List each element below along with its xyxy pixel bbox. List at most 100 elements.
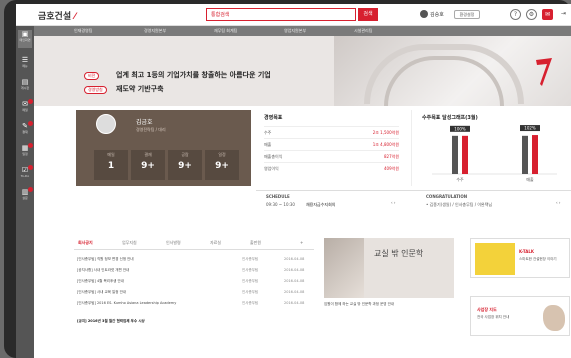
banner-title: 교실 밖 인문학 — [374, 249, 424, 258]
tab-publication[interactable]: 출판원 — [250, 240, 261, 246]
profile-role: 경영전략팀 / 대리 — [136, 127, 166, 132]
chart-bar — [452, 135, 458, 174]
card-title: K-TALK — [519, 249, 534, 254]
sidebar-item-board[interactable]: ▤ 게시판 — [18, 78, 32, 92]
list-item[interactable]: [인사총무팀] 2016 ES. Kumho Asiana Leadership… — [74, 298, 314, 308]
chart-category-label: 매출 — [526, 176, 534, 182]
settings-button[interactable]: 환경설정 — [454, 10, 480, 19]
kpi-row: 매출총이익 827억원 — [264, 150, 399, 160]
stat-schedule[interactable]: 일정 9+ — [205, 150, 239, 180]
tab-archive[interactable]: 자료실 — [210, 240, 221, 246]
profile-name: 김금호 — [136, 119, 153, 126]
stat-mail[interactable]: 메일 1 — [94, 150, 128, 180]
chart-data-label: 102% — [524, 126, 536, 131]
hero-banner: 비전 업계 최고 1등의 기업가치를 창출하는 아름다운 기업 경영방침 재도약… — [34, 36, 571, 106]
gear-icon[interactable]: ⚙ — [526, 9, 537, 20]
vision-text: 업계 최고 1등의 기업가치를 창출하는 아름다운 기업 — [116, 71, 271, 79]
tab-item[interactable]: 인재경영팀 — [74, 28, 92, 34]
unread-badge — [28, 165, 33, 170]
notification-icon[interactable]: ✉ — [542, 9, 553, 20]
banner-image — [324, 238, 364, 298]
tab-item[interactable]: 경영지원본부 — [144, 28, 166, 34]
tab-notice[interactable]: 회사공지 — [78, 240, 93, 246]
sidebar-item-mail[interactable]: ✉ 메일 — [18, 99, 33, 114]
device-frame: 금호건설 ⁄ 통합검색 검색 김승호 환경설정 ? ⚙ ✉ ⇥ ▣ 메인화면 ☰ 메… — [4, 0, 571, 358]
stat-approval[interactable]: 결재 9+ — [131, 150, 165, 180]
avatar — [96, 114, 116, 134]
congrats-text[interactable]: • 김종기(생일) / 인사총무팀 / 이완택님 — [426, 202, 492, 208]
list-item[interactable]: [인사총무팀] 직원 정보 변경 신청 안내 인사총무팀 2016-04-08 — [74, 254, 314, 264]
menu-icon: ☰ — [21, 56, 29, 64]
sidebar-item-calendar[interactable]: ▦ 일정 — [18, 143, 33, 158]
unread-badge — [28, 143, 33, 148]
logo-text: 금호건설 — [38, 12, 72, 22]
schedule-time: 09:30 ~ 10:30 — [266, 202, 295, 207]
board-footnote[interactable]: [공지] 2016년 3월 월간 협력업체 우수 시상 — [74, 316, 314, 326]
vision-pill: 비전 — [84, 72, 100, 80]
chart-bar — [532, 135, 538, 174]
unread-badge — [28, 121, 33, 126]
sidebar-item-home[interactable]: ▣ 메인화면 — [18, 30, 32, 48]
ktalk-card[interactable]: K-TALK 스마트한 건설현장 이야기 — [470, 238, 570, 278]
tab-item[interactable]: 재무팀 회계팀 — [214, 28, 237, 34]
tab-item[interactable]: 영업지원본부 — [284, 28, 306, 34]
schedule-prev-icon[interactable]: ‹ › — [391, 200, 395, 205]
list-item[interactable]: [공지사항] 사내 인트라넷 개편 안내 인사총무팀 2016-04-08 — [74, 265, 314, 275]
board-tabs: 회사공지 업무지침 인사발령 자료실 출판원 + — [74, 238, 314, 250]
schedule-event[interactable]: 채용자금수지회의 — [306, 202, 335, 208]
sidebar-item-survey[interactable]: ▥ 설문 — [18, 187, 33, 202]
brand-arrow-icon — [536, 58, 552, 86]
chart-data-label: 100% — [454, 126, 466, 131]
schedule-heading: SCHEDULE — [266, 194, 290, 199]
card-subtitle: 전국 사업장 위치 안내 — [477, 315, 510, 319]
tab-strip: 인재경영팀 경영지원본부 재무팀 회계팀 영업지원본부 시설관리팀 — [34, 26, 571, 36]
chart-category-label: 수주 — [456, 176, 464, 182]
tab-guidelines[interactable]: 업무지침 — [122, 240, 137, 246]
tab-item[interactable]: 시설관리팀 — [354, 28, 372, 34]
korea-map-icon — [543, 305, 565, 331]
top-bar: 금호건설 ⁄ 통합검색 검색 김승호 환경설정 ? ⚙ ✉ ⇥ — [16, 4, 571, 26]
list-item[interactable]: [인사총무팀] 사내 교육 일정 안내 인사총무팀 2016-04-08 — [74, 287, 314, 297]
tab-appointments[interactable]: 인사발령 — [166, 240, 181, 246]
chart-bar — [522, 135, 528, 174]
congrats-heading: CONGRATULATION — [426, 194, 468, 199]
lower-section: 회사공지 업무지침 인사발령 자료실 출판원 + [인사총무팀] 직원 정보 변… — [34, 216, 571, 358]
congrats-nav-icon[interactable]: ‹ › — [556, 200, 560, 205]
logo[interactable]: 금호건설 ⁄ — [38, 9, 76, 22]
management-goals: 경영목표 수주 2조 1,500억원 매출 1조 4,800억원 매출총이익 827억… — [256, 110, 406, 186]
question-icon[interactable]: ? — [510, 9, 521, 20]
card-subtitle: 스마트한 건설현장 이야기 — [519, 257, 557, 261]
search-scope-select[interactable]: 통합검색 — [211, 11, 229, 18]
more-icon[interactable]: + — [300, 240, 303, 245]
schedule-bar: SCHEDULE 09:30 ~ 10:30 채용자금수지회의 ‹ › CONG… — [256, 190, 571, 212]
kpi-row: 매출 1조 4,800억원 — [264, 138, 399, 148]
profile-stats: 메일 1 결재 9+ 공람 9+ 일정 9+ — [94, 150, 239, 180]
board-icon: ▤ — [21, 78, 29, 86]
stat-circulation[interactable]: 공람 9+ — [168, 150, 202, 180]
list-item[interactable]: [인사총무팀] 4월 복리후생 안내 인사총무팀 2016-04-08 — [74, 276, 314, 286]
humanities-banner[interactable]: 교실 밖 인문학 — [324, 238, 454, 298]
search-button[interactable]: 검색 — [358, 8, 378, 21]
home-icon: ▣ — [21, 30, 29, 38]
sidebar-item-menu[interactable]: ☰ 메뉴 — [18, 56, 32, 70]
unread-badge — [28, 99, 33, 104]
card-title: 사업장 지도 — [477, 307, 497, 312]
kpi-row: 수주 2조 1,500억원 — [264, 126, 399, 136]
logo-mark-icon: ⁄ — [71, 12, 76, 22]
kpi-title: 경영목표 — [264, 115, 283, 121]
kpi-row: 영업이익 409억원 — [264, 162, 399, 172]
site-map-card[interactable]: 사업장 지도 전국 사업장 위치 안내 — [470, 296, 570, 336]
banner-caption: 임원이 함께 하는 교실 밖 인문학 과정 운영 안내 — [324, 302, 395, 306]
logout-icon[interactable]: ⇥ — [558, 9, 569, 20]
unread-badge — [28, 187, 33, 192]
achievement-chart: 수주목표 달성그래프(3월) 100% 수주 102% 매출 — [411, 110, 571, 186]
search-input[interactable]: 통합검색 — [206, 8, 356, 21]
user-avatar — [420, 10, 428, 18]
policy-pill: 경영방침 — [84, 86, 107, 94]
screen: 금호건설 ⁄ 통합검색 검색 김승호 환경설정 ? ⚙ ✉ ⇥ ▣ 메인화면 ☰ 메… — [16, 4, 571, 358]
sidebar-item-approval[interactable]: ✎ 결재 — [18, 121, 33, 136]
profile-card: 김금호 경영전략팀 / 대리 메일 1 결재 9+ 공람 9+ 일정 9+ — [76, 110, 251, 186]
sidebar-item-todo[interactable]: ☑ To-Do — [18, 165, 33, 180]
user-name[interactable]: 김승호 — [430, 11, 444, 18]
chart-bar — [462, 135, 468, 174]
